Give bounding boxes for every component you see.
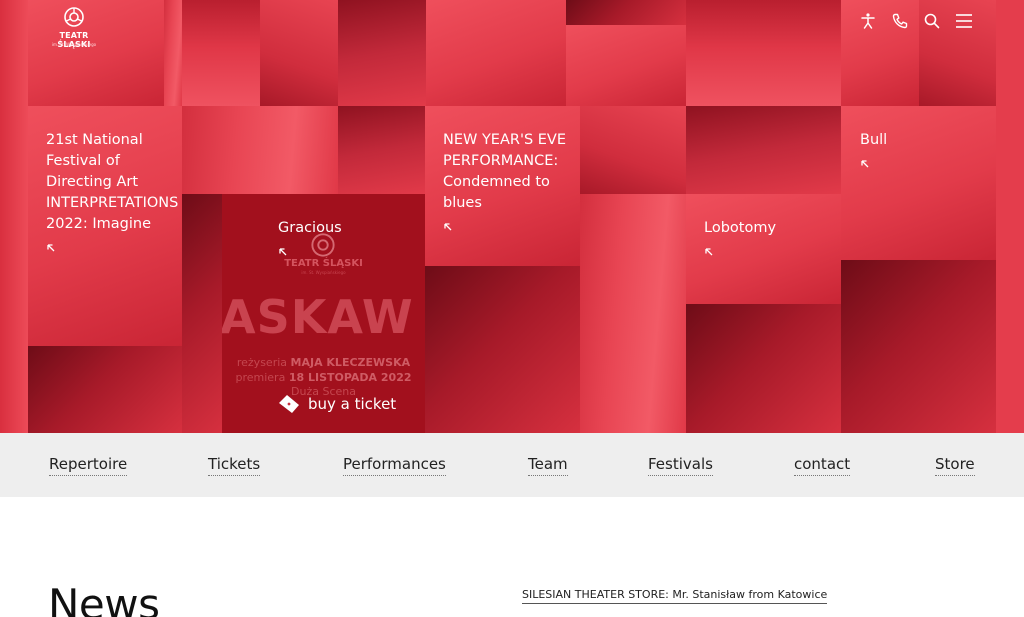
hero-tile: [686, 106, 841, 194]
theatre-logo[interactable]: TEATR ŚLĄSKI im. St. Wyspiańskiego: [46, 6, 102, 50]
nav-item-festivals[interactable]: Festivals: [648, 455, 713, 476]
accessibility-icon[interactable]: [858, 10, 878, 32]
hero-tile: [425, 266, 580, 433]
nav-item-tickets[interactable]: Tickets: [208, 455, 261, 476]
hero-tile: [164, 0, 182, 106]
logo-emblem-icon: [64, 7, 84, 27]
hero-item-title[interactable]: 21st National Festival of Directing Art …: [46, 130, 178, 235]
hero-item-title[interactable]: Lobotomy: [704, 218, 776, 239]
buy-ticket-button[interactable]: buy a ticket: [278, 394, 396, 414]
hero-edge: [996, 0, 1024, 433]
hero-tile: [686, 304, 841, 433]
hero-tile: [182, 194, 222, 433]
arrow-up-left-icon[interactable]: [443, 222, 453, 232]
buy-ticket-label: buy a ticket: [308, 395, 397, 413]
nav-item-performances[interactable]: Performances: [343, 455, 446, 476]
search-icon[interactable]: [922, 10, 942, 32]
nav-item-repertoire[interactable]: Repertoire: [49, 455, 128, 476]
featured-news-link[interactable]: SILESIAN THEATER STORE: Mr. Stanisław fr…: [522, 588, 828, 604]
poster-logo-text: TEATR ŚLĄSKI: [284, 258, 363, 269]
poster-credit-value: 18 LISTOPADA 2022: [288, 371, 412, 384]
hero-tile: [566, 25, 686, 106]
hero-tile: [426, 0, 566, 106]
hero-item-title[interactable]: Gracious: [278, 218, 342, 239]
hero-section: TEATR ŚLĄSKI im. St. Wyspiańskiego 21st …: [0, 0, 1024, 433]
hero-tile: [0, 0, 28, 433]
hero-tile: [28, 346, 182, 433]
hero-tile: [182, 0, 260, 106]
poster-credit-label: reżyseria: [236, 356, 288, 369]
arrow-up-left-icon[interactable]: [860, 159, 870, 169]
arrow-up-left-icon[interactable]: [46, 243, 56, 253]
poster-credit-value: MAJA KLECZEWSKA: [290, 356, 411, 369]
news-heading: News: [48, 580, 160, 617]
header-icons: [858, 10, 974, 32]
arrow-up-left-icon[interactable]: [704, 247, 714, 257]
nav-item-team[interactable]: Team: [528, 455, 568, 476]
poster-credit-premiere: premiera 18 LISTOPADA 2022: [222, 371, 425, 384]
nav-item-contact[interactable]: contact: [794, 455, 851, 476]
arrow-up-left-icon[interactable]: [278, 247, 288, 257]
hero-tile: [580, 106, 686, 194]
hero-tile: [260, 0, 338, 106]
hero-tile: [580, 194, 686, 433]
hero-tile: [686, 0, 841, 106]
poster-big-text: ASKAW: [222, 290, 414, 344]
hero-tile: [566, 0, 686, 25]
hero-tile: [338, 0, 426, 106]
poster-credit-label: premiera: [235, 371, 286, 384]
hero-tile: [338, 106, 425, 194]
main-nav: Repertoire Tickets Performances Team Fes…: [0, 433, 1024, 497]
hero-tile: [182, 106, 338, 194]
poster-credit-director: reżyseria MAJA KLECZEWSKA: [222, 356, 425, 369]
logo-subtext: im. St. Wyspiańskiego: [51, 42, 97, 47]
hero-tile: [841, 260, 996, 433]
hero-item-title[interactable]: Bull: [860, 130, 887, 151]
nav-item-store[interactable]: Store: [935, 455, 975, 476]
hero-item-title[interactable]: NEW YEAR'S EVE PERFORMANCE: Condemned to…: [443, 130, 571, 214]
ticket-icon: [279, 395, 299, 413]
poster-logo-subtext: im. St. Wyspiańskiego: [301, 270, 346, 275]
menu-icon[interactable]: [954, 10, 974, 32]
phone-icon[interactable]: [890, 10, 910, 32]
